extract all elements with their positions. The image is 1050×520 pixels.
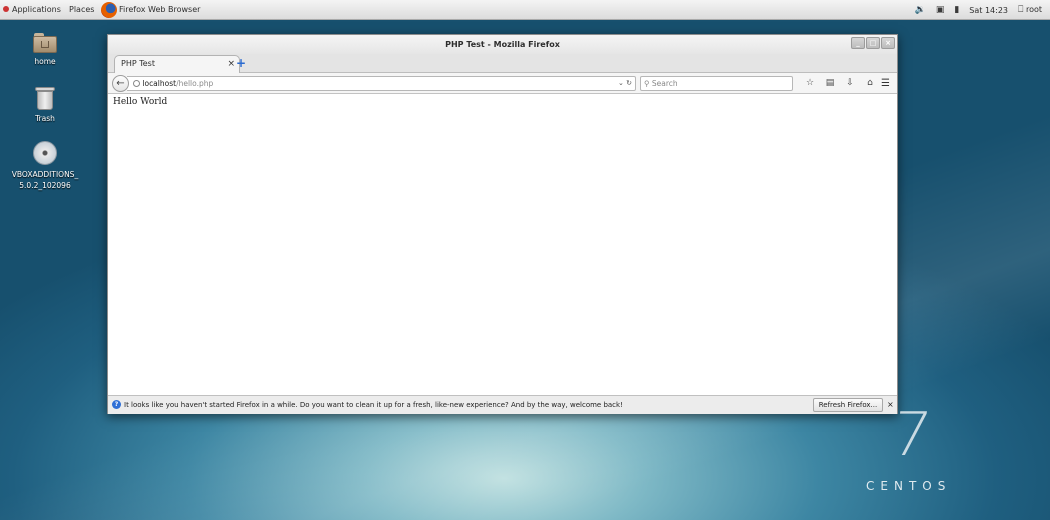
desktop-icon-label: VBOXADDITIONS_ 5.0.2_102096 [11, 170, 79, 190]
url-path: /hello.php [176, 79, 214, 88]
search-placeholder: Search [651, 79, 678, 88]
top-panel: Applications Places Firefox Web Browser … [0, 0, 1050, 20]
refresh-firefox-button[interactable]: Refresh Firefox... [813, 398, 883, 412]
home-icon[interactable]: ⌂ [860, 76, 880, 91]
desktop-icon-home[interactable]: home [6, 33, 84, 67]
window-controls: _ □ × [851, 37, 895, 49]
window-title: PHP Test - Mozilla Firefox [445, 40, 560, 49]
user-name: root [1025, 5, 1042, 14]
url-actions: ⌄ ↻ [618, 77, 632, 90]
firefox-window: PHP Test - Mozilla Firefox _ □ × PHP Tes… [107, 34, 898, 414]
desktop-icon-label: Trash [35, 114, 55, 123]
tab-title: PHP Test [121, 59, 155, 68]
battery-icon[interactable]: ▮ [954, 5, 959, 15]
user-menu[interactable]: ⎕ root [1018, 5, 1042, 15]
cd-icon [33, 141, 57, 165]
active-app-menu[interactable]: Firefox Web Browser [119, 0, 200, 20]
tab-php-test[interactable]: PHP Test × [114, 55, 240, 74]
window-titlebar[interactable]: PHP Test - Mozilla Firefox _ □ × [108, 35, 897, 54]
back-arrow-icon: ← [116, 78, 125, 89]
toolbar-icons: ☆ ▤ ⇩ ⌂ [800, 76, 880, 91]
url-host: localhost [142, 79, 177, 88]
new-tab-icon[interactable]: + [236, 55, 246, 71]
volume-icon[interactable]: 🔉 [915, 5, 926, 15]
desktop-icon-label: home [34, 57, 56, 66]
desktop-icon-vboxadditions[interactable]: VBOXADDITIONS_ 5.0.2_102096 [6, 141, 84, 191]
search-icon: ⚲ [644, 79, 650, 88]
bookmarks-menu-icon[interactable]: ▤ [820, 76, 840, 91]
centos-wordmark: CENTOS [866, 479, 952, 493]
globe-icon [133, 80, 141, 87]
url-bar[interactable]: localhost/hello.php ⌄ ↻ [127, 76, 636, 91]
maximize-button[interactable]: □ [866, 37, 880, 49]
close-button[interactable]: × [881, 37, 895, 49]
notification-text: It looks like you haven't started Firefo… [124, 401, 623, 409]
downloads-icon[interactable]: ⇩ [840, 76, 860, 91]
page-text: Hello World [113, 97, 168, 107]
hamburger-menu-icon[interactable]: ☰ [878, 76, 893, 91]
navigation-toolbar: localhost/hello.php ⌄ ↻ ← ⚲ Search ☆ ▤ ⇩… [108, 73, 897, 94]
desktop-icon-trash[interactable]: Trash [6, 87, 84, 124]
places-menu[interactable]: Places [69, 0, 94, 20]
notification-bar: ? It looks like you haven't started Fire… [108, 395, 897, 414]
history-dropdown-icon[interactable]: ⌄ [618, 79, 624, 87]
back-button[interactable]: ← [112, 75, 129, 92]
tab-close-icon[interactable]: × [227, 56, 235, 72]
page-content: Hello World [108, 94, 897, 395]
trash-icon [35, 87, 55, 111]
tab-strip: PHP Test × + [108, 54, 897, 74]
reload-icon[interactable]: ↻ [626, 79, 632, 87]
minimize-button[interactable]: _ [851, 37, 865, 49]
applications-menu[interactable]: Applications [12, 0, 61, 20]
search-bar[interactable]: ⚲ Search [640, 76, 793, 91]
clock[interactable]: Sat 14:23 [969, 6, 1008, 15]
question-icon: ? [112, 400, 121, 409]
folder-home-icon [33, 33, 57, 53]
status-area: 🔉 ▣ ▮ Sat 14:23 ⎕ root [915, 0, 1042, 20]
notification-close-icon[interactable]: × [887, 396, 894, 414]
user-icon: ⎕ [1018, 5, 1024, 15]
bookmark-star-icon[interactable]: ☆ [800, 76, 820, 91]
applications-icon [3, 6, 9, 12]
network-icon[interactable]: ▣ [936, 5, 945, 15]
centos-seven-logo: 7 [887, 400, 936, 470]
firefox-icon [101, 2, 117, 18]
